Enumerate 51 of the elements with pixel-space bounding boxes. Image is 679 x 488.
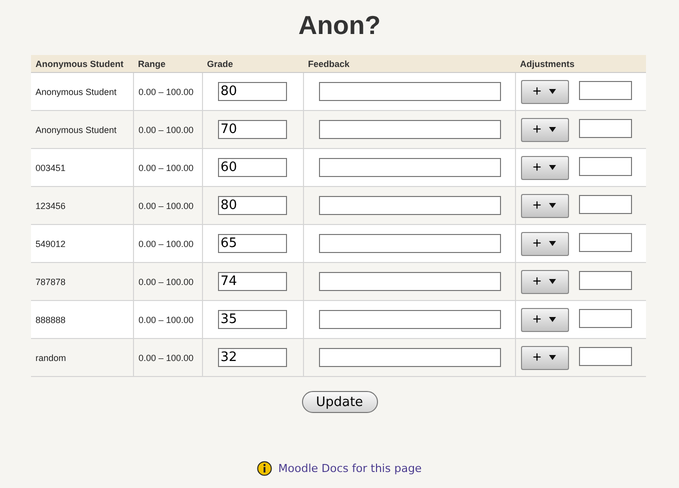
adjustment-field[interactable] [578,194,632,214]
feedback-field[interactable] [318,82,500,101]
caret-icon [549,355,556,360]
adjust-button[interactable]: + [520,308,568,332]
adjustment-field[interactable] [578,270,632,290]
adjust-button[interactable]: + [520,80,568,104]
adjust-button[interactable]: + [520,270,568,294]
adjustment-field[interactable] [578,232,632,252]
caret-icon [549,127,556,132]
grade-field[interactable]: 32 [218,348,286,367]
adjust-button[interactable]: + [520,118,568,142]
adjustment-field[interactable] [578,346,632,366]
adjustment-field[interactable] [578,118,632,138]
caret-icon [549,203,556,208]
grade-field[interactable]: 65 [218,234,286,253]
caret-icon [549,279,556,284]
adjustment-field[interactable] [578,308,632,328]
column-header: Anonymous Student [30,55,133,72]
column-header: Adjustments [515,55,646,72]
column-header: Feedback [303,55,515,72]
caret-icon [549,89,556,94]
column-header: Grade [202,55,303,72]
grade-field[interactable]: 70 [218,120,286,139]
adjustment-field[interactable] [578,80,632,100]
grade-field[interactable]: 60 [218,158,286,177]
caret-icon [549,241,556,246]
caret-icon [549,165,556,170]
feedback-field[interactable] [318,310,500,329]
grade-field[interactable]: 35 [218,310,286,329]
page-title: Anon? [298,10,381,41]
column-header: Range [133,55,202,72]
feedback-field[interactable] [318,196,500,215]
grade-field[interactable]: 80 [218,196,286,215]
grade-field[interactable]: 74 [218,272,286,291]
docs-link[interactable]: Moodle Docs for this page [278,462,422,475]
grade-field[interactable]: 80 [218,82,286,101]
feedback-field[interactable] [318,120,500,139]
student-cell: random [30,338,133,376]
feedback-field[interactable] [318,234,500,253]
update-button[interactable]: Update [302,391,378,413]
feedback-field[interactable] [318,348,500,367]
info-icon [257,461,272,476]
range-cell: 0.00 – 100.00 [133,338,202,376]
adjust-button[interactable]: + [520,346,568,370]
feedback-field[interactable] [318,158,500,177]
adjustment-field[interactable] [578,156,632,176]
adjust-button[interactable]: + [520,232,568,256]
caret-icon [549,317,556,322]
adjust-button[interactable]: + [520,194,568,218]
feedback-field[interactable] [318,272,500,291]
adjust-button[interactable]: + [520,156,568,180]
